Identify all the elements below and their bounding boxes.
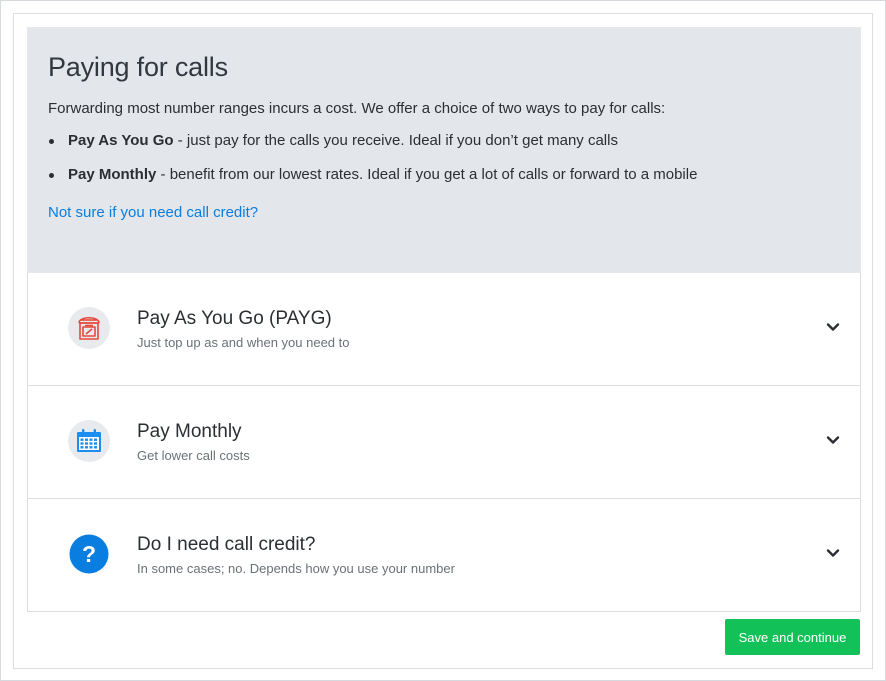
list-item-payg: Pay As You Go - just pay for the calls y… [49,131,841,151]
accordion-subtitle-call-credit: In some cases; no. Depends how you use y… [137,561,455,576]
bullet-bold-payg: Pay As You Go [68,132,174,149]
intro-description: Forwarding most number ranges incurs a c… [48,100,666,117]
chevron-down-icon[interactable] [826,433,840,447]
accordion-item-call-credit[interactable]: ? Do I need call credit? In some cases; … [28,498,860,611]
bullet-text-monthly: - benefit from our lowest rates. Ideal i… [156,166,698,183]
accordion-subtitle-payg: Just top up as and when you need to [137,335,350,350]
chevron-down-icon[interactable] [826,320,840,334]
svg-text:?: ? [82,541,96,567]
payg-meter-icon [68,307,110,349]
save-and-continue-button[interactable]: Save and continue [725,619,860,655]
bullet-bold-monthly: Pay Monthly [68,166,157,183]
payment-options-list: Pay As You Go - just pay for the calls y… [48,131,841,185]
accordion-title-monthly: Pay Monthly [137,421,242,442]
payment-accordion: Pay As You Go (PAYG) Just top up as and … [27,273,861,612]
intro-panel: Paying for calls Forwarding most number … [27,27,861,273]
list-item-monthly: Pay Monthly - benefit from our lowest ra… [49,165,841,185]
question-icon: ? [68,533,110,575]
accordion-item-payg[interactable]: Pay As You Go (PAYG) Just top up as and … [28,273,860,385]
page-title: Paying for calls [48,52,228,82]
bullet-text-payg: - just pay for the calls you receive. Id… [173,132,618,149]
calendar-icon [68,420,110,462]
payment-card: Paying for calls Forwarding most number … [13,13,873,669]
call-credit-help-link[interactable]: Not sure if you need call credit? [48,203,258,223]
accordion-item-monthly[interactable]: Pay Monthly Get lower call costs [28,385,860,498]
chevron-down-icon[interactable] [826,546,840,560]
accordion-subtitle-monthly: Get lower call costs [137,448,250,463]
accordion-title-call-credit: Do I need call credit? [137,534,316,555]
accordion-title-payg: Pay As You Go (PAYG) [137,308,332,329]
